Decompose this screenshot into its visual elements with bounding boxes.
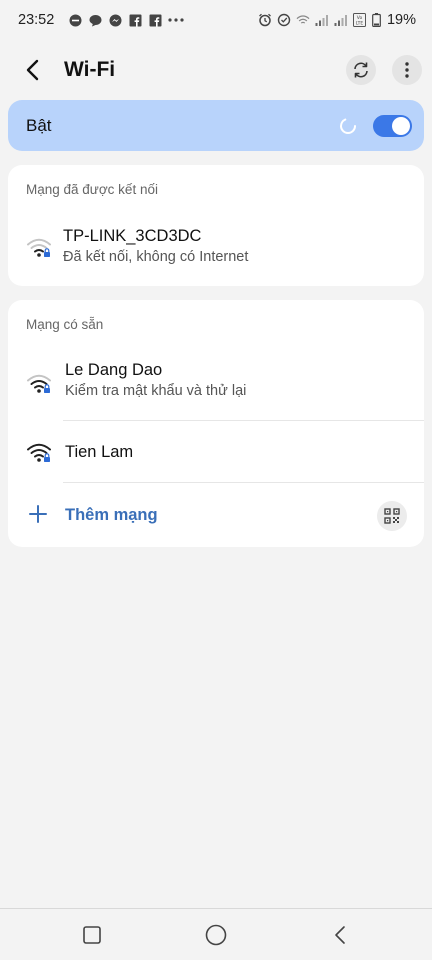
available-network-row[interactable]: Le Dang Dao Kiểm tra mật khẩu và thử lại bbox=[8, 355, 424, 415]
home-circle-icon bbox=[205, 924, 227, 945]
network-status: Kiểm tra mật khẩu và thử lại bbox=[65, 383, 247, 399]
network-name: TP-LINK_3CD3DC bbox=[63, 227, 202, 245]
divider bbox=[63, 482, 424, 483]
add-network-row[interactable]: Thêm mạng bbox=[8, 492, 424, 538]
connected-network-card: Mạng đã được kết nối TP-LINK_3CD3DC Đã k… bbox=[8, 165, 424, 286]
qr-scan-button[interactable] bbox=[377, 501, 407, 531]
recent-apps-icon bbox=[83, 925, 101, 944]
home-button[interactable] bbox=[196, 915, 236, 955]
page-title: Wi-Fi bbox=[64, 58, 116, 81]
back-arrow-icon bbox=[335, 925, 345, 944]
network-status: Đã kết nối, không có Internet bbox=[63, 249, 249, 265]
refresh-icon bbox=[354, 62, 368, 78]
network-name: Tien Lam bbox=[65, 443, 134, 461]
available-network-row[interactable]: Tien Lam bbox=[8, 422, 424, 482]
available-network-text: Tien Lam bbox=[65, 443, 133, 462]
more-options-button[interactable] bbox=[392, 55, 422, 85]
system-back-button[interactable] bbox=[320, 915, 360, 955]
facebook-icon bbox=[128, 13, 142, 27]
wifi-switch[interactable] bbox=[373, 114, 412, 137]
add-network-label: Thêm mạng bbox=[65, 506, 158, 524]
plus-icon bbox=[29, 505, 47, 523]
switch-knob bbox=[392, 116, 410, 135]
connected-network-row[interactable]: TP-LINK_3CD3DC Đã kết nối, không có Inte… bbox=[8, 217, 424, 273]
more-vertical-icon bbox=[405, 62, 409, 78]
battery-percentage: 19% bbox=[386, 12, 416, 28]
status-right: Vo LTE 19% bbox=[258, 12, 416, 28]
volte-icon: Vo LTE bbox=[353, 13, 367, 27]
data-saver-icon bbox=[277, 13, 291, 27]
facebook-icon bbox=[148, 13, 162, 27]
available-networks-card: Mạng có sẵn Le Dang Dao Kiểm tra mật khẩ… bbox=[8, 300, 424, 547]
wifi-toggle-bar[interactable]: Bật bbox=[8, 100, 424, 151]
status-bar: 23:52 Vo LTE 19% bbox=[0, 0, 432, 40]
connected-section-header: Mạng đã được kết nối bbox=[26, 182, 158, 197]
battery-icon bbox=[372, 13, 382, 27]
do-not-disturb-icon bbox=[68, 13, 82, 27]
wifi-toggle-label: Bật bbox=[26, 115, 52, 135]
svg-text:Vo: Vo bbox=[357, 15, 363, 21]
chevron-left-icon bbox=[26, 59, 39, 81]
wifi-locked-icon bbox=[27, 374, 51, 393]
refresh-button[interactable] bbox=[346, 55, 376, 85]
status-time: 23:52 bbox=[18, 12, 55, 28]
svg-text:LTE: LTE bbox=[356, 21, 364, 27]
connected-network-text: TP-LINK_3CD3DC Đã kết nối, không có Inte… bbox=[63, 227, 248, 265]
divider bbox=[63, 420, 424, 421]
status-left: 23:52 bbox=[18, 12, 184, 28]
wifi-locked-icon bbox=[27, 443, 51, 462]
scanning-spinner-icon bbox=[340, 117, 356, 134]
qr-code-icon bbox=[384, 508, 400, 524]
alarm-icon bbox=[258, 13, 272, 27]
recent-apps-button[interactable] bbox=[72, 915, 112, 955]
signal-icon bbox=[334, 13, 348, 27]
messenger-icon bbox=[108, 13, 122, 27]
wifi-no-internet-icon bbox=[27, 238, 51, 257]
back-button[interactable] bbox=[12, 50, 52, 90]
available-network-text: Le Dang Dao Kiểm tra mật khẩu và thử lại bbox=[65, 361, 246, 399]
navigation-bar bbox=[0, 908, 432, 960]
header-actions bbox=[346, 55, 422, 85]
chat-bubble-icon bbox=[88, 13, 102, 27]
available-section-header: Mạng có sẵn bbox=[26, 317, 104, 332]
app-header: Wi-Fi bbox=[0, 44, 432, 96]
more-dots-icon bbox=[168, 13, 184, 27]
signal-icon bbox=[315, 13, 329, 27]
network-name: Le Dang Dao bbox=[65, 361, 163, 379]
wifi-icon bbox=[296, 13, 310, 27]
